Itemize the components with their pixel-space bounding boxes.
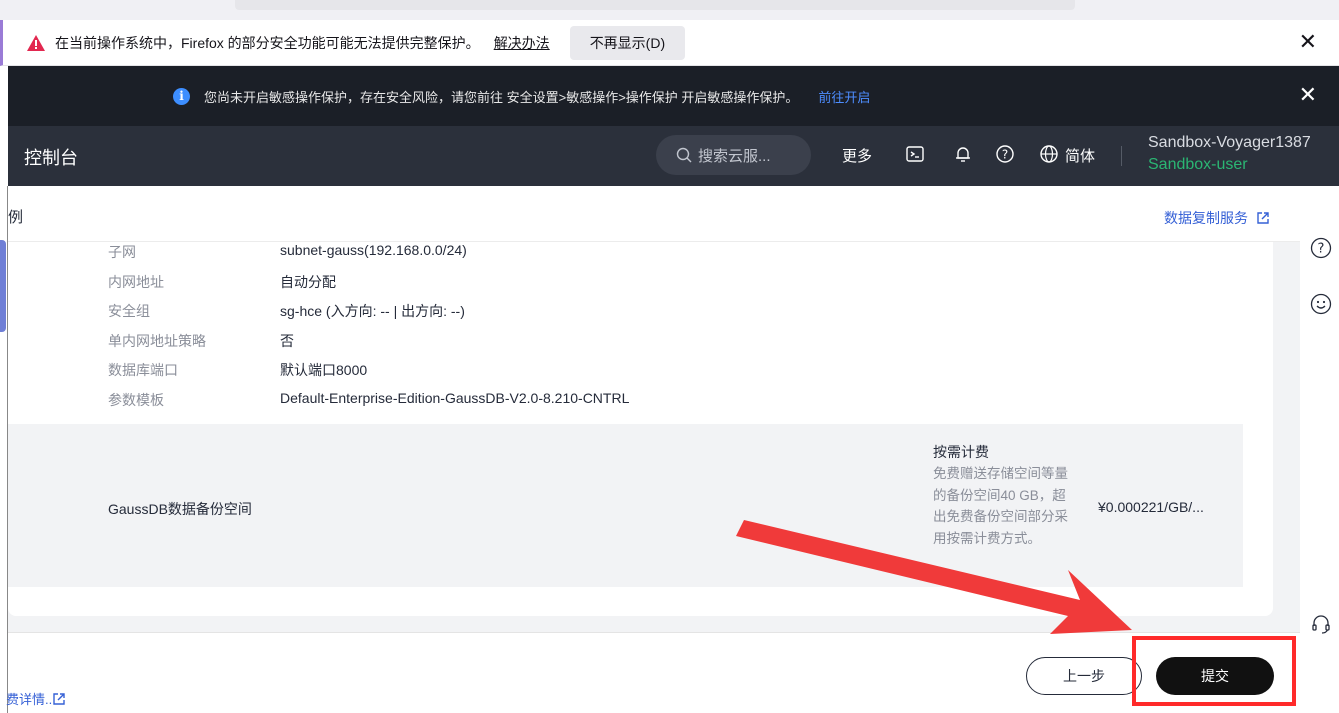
dont-show-again-button[interactable]: 不再显示(D) [569, 25, 686, 60]
feedback-smile-icon[interactable] [1309, 292, 1333, 316]
billing-mode: 按需计费 [933, 444, 989, 460]
close-icon[interactable]: ✕ [1299, 84, 1317, 106]
search-icon [676, 147, 692, 163]
detail-value: 默认端口8000 [280, 362, 368, 378]
billing-price: ¥0.000221/GB/... [1098, 499, 1204, 515]
security-notice-text: 您尚未开启敏感操作保护，存在安全风险，请您前往 安全设置>敏感操作>操作保护 开… [204, 89, 799, 105]
page-title: 例 [8, 209, 24, 226]
close-icon[interactable]: ✕ [1299, 31, 1317, 53]
solution-link[interactable]: 解决办法 [494, 33, 550, 53]
search-placeholder: 搜索云服... [698, 147, 771, 165]
external-link-icon [1257, 212, 1269, 224]
detail-value: Default-Enterprise-Edition-GaussDB-V2.0-… [280, 389, 630, 406]
language-switch[interactable]: 简体 [1065, 145, 1095, 166]
billing-row: GaussDB数据备份空间 按需计费 免费赠送存储空间等量的备份空间40 GB，… [8, 424, 1243, 587]
firefox-warning-message: 在当前操作系统中，Firefox 的部分安全功能可能无法提供完整保护。 [55, 34, 480, 51]
help-icon[interactable]: ? [994, 143, 1016, 165]
data-replication-label: 数据复制服务 [1164, 210, 1248, 226]
detail-value: sg-hce (入方向: -- | 出方向: --) [280, 303, 465, 319]
detail-key: 子网 [108, 244, 136, 260]
bell-icon[interactable] [952, 143, 974, 165]
firefox-warning-bar: 在当前操作系统中，Firefox 的部分安全功能可能无法提供完整保护。 解决办法… [0, 20, 1339, 66]
left-side-tab[interactable] [0, 240, 6, 332]
right-float-rail: ? [1300, 186, 1339, 713]
detail-value: 否 [280, 332, 294, 349]
data-replication-service-link[interactable]: 数据复制服务 [1164, 208, 1270, 228]
page-top-bar: 例 数据复制服务 [8, 186, 1300, 242]
billing-description: 免费赠送存储空间等量的备份空间40 GB，超出免费备份空间部分采用按需计费方式。 [933, 466, 1068, 546]
warning-icon [27, 34, 45, 51]
more-menu[interactable]: 更多 [842, 145, 872, 166]
fee-detail-label: 费详情.. [6, 692, 53, 707]
address-bar-remnant [235, 0, 1075, 10]
header-divider [1121, 146, 1122, 166]
console-title[interactable]: 控制台 [24, 144, 78, 170]
account-name[interactable]: Sandbox-Voyager1387 [1148, 134, 1311, 152]
terminal-icon[interactable] [904, 143, 926, 165]
external-link-icon [53, 692, 65, 705]
detail-key: 参数模板 [108, 391, 164, 408]
customer-service-headset-icon[interactable] [1309, 612, 1333, 636]
highlight-box [1132, 636, 1296, 706]
detail-key: 内网地址 [108, 273, 164, 290]
enable-protection-link[interactable]: 前往开启 [818, 87, 870, 106]
detail-value: 自动分配 [280, 273, 336, 290]
billing-item-name: GaussDB数据备份空间 [108, 501, 252, 517]
globe-icon[interactable] [1038, 143, 1060, 165]
search-input[interactable]: 搜索云服... [656, 135, 811, 175]
svg-text:?: ? [1318, 242, 1325, 257]
fee-detail-link[interactable]: 费详情.. [6, 689, 66, 708]
svg-text:?: ? [1002, 148, 1008, 162]
detail-key: 单内网地址策略 [108, 332, 206, 349]
user-name[interactable]: Sandbox-user [1148, 156, 1248, 174]
detail-key: 数据库端口 [108, 362, 178, 378]
help-icon[interactable]: ? [1309, 236, 1333, 260]
detail-key: 安全组 [108, 303, 150, 319]
console-header: 控制台 搜索云服... 更多 ? 简体 Sandbox-Voyager1387 … [0, 126, 1339, 186]
security-notice-bar: i 您尚未开启敏感操作保护，存在安全风险，请您前往 安全设置>敏感操作>操作保护… [0, 66, 1339, 126]
browser-chrome-strip [0, 0, 1339, 20]
previous-step-button[interactable]: 上一步 [1026, 657, 1142, 695]
info-icon: i [173, 87, 190, 105]
detail-value: subnet-gauss(192.168.0.0/24) [280, 242, 467, 258]
